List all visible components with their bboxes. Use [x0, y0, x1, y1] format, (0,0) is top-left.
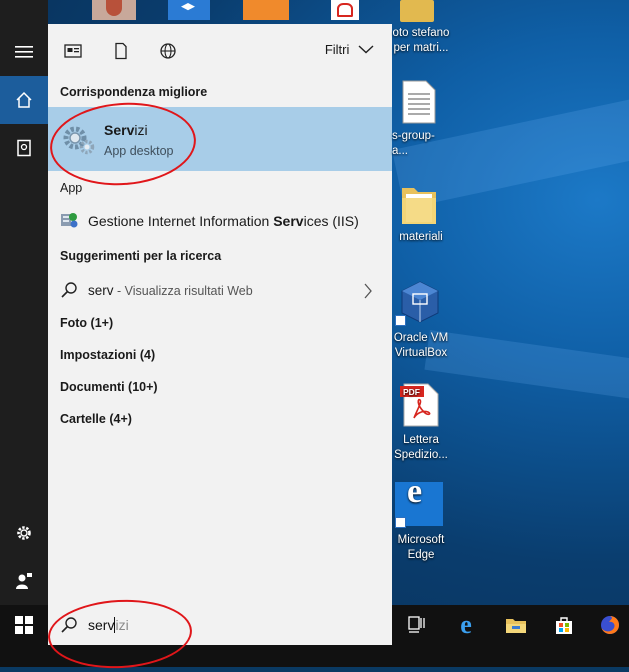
app-result-label: Gestione Internet Information Services (…: [88, 213, 359, 229]
text-document-icon: [402, 80, 436, 124]
desktop-icon-virtualbox[interactable]: Oracle VM VirtualBox: [392, 278, 450, 362]
app-label-post: ices (IIS): [303, 213, 359, 229]
app-heading: App: [60, 181, 83, 195]
desktop-icon-partial[interactable]: [92, 0, 136, 20]
desktop-icon-label: oto stefano: [392, 27, 450, 39]
match-highlight: Serv: [273, 213, 304, 229]
category-documenti[interactable]: Documenti (10+): [60, 380, 158, 394]
desktop-icon-materiali[interactable]: materiali: [392, 180, 450, 246]
file-explorer-icon: [506, 619, 526, 633]
chevron-right-icon: [364, 283, 372, 299]
suggestions-heading: Suggerimenti per la ricerca: [60, 249, 222, 263]
desktop-icon-document[interactable]: s-group-a...: [392, 76, 450, 157]
taskbar-explorer-button[interactable]: [492, 605, 540, 645]
suggestion-hint: - Visualizza risultati Web: [113, 284, 253, 298]
best-match-heading: Corrispondenza migliore: [60, 85, 208, 99]
search-icon: [61, 282, 77, 298]
settings-button[interactable]: [0, 509, 48, 557]
pdf-document-icon: PDF: [400, 383, 439, 427]
category-foto[interactable]: Foto (1+): [60, 316, 113, 330]
feedback-button[interactable]: [0, 557, 48, 605]
desktop-icon-partial[interactable]: [168, 0, 210, 20]
svg-text:PDF: PDF: [403, 387, 420, 397]
desktop-icon-partial[interactable]: [325, 0, 365, 20]
category-cartelle[interactable]: Cartelle (4+): [60, 412, 132, 426]
desktop-icon-label: Oracle VM: [393, 332, 449, 344]
iis-manager-icon: [61, 213, 78, 228]
desktop-icon-label: per matri...: [393, 42, 449, 54]
edge-e-icon: e: [407, 473, 423, 510]
category-impostazioni[interactable]: Impostazioni (4): [60, 348, 155, 362]
documents-icon[interactable]: [112, 42, 130, 60]
task-view-icon: [408, 616, 425, 633]
desktop-icon-photo[interactable]: oto stefano per matri...: [392, 0, 450, 60]
filters-label: Filtri: [324, 42, 350, 57]
all-results-icon[interactable]: [64, 42, 82, 60]
chevron-down-icon: [358, 45, 374, 54]
menu-hamburger-button[interactable]: [0, 28, 48, 76]
desktop-icon-label: Edge: [407, 549, 435, 561]
desktop-icon-label: materiali: [399, 231, 443, 243]
notebook-icon: [17, 139, 31, 157]
virtualbox-icon: [401, 281, 439, 323]
desktop-icon-label: Microsoft: [397, 534, 445, 546]
store-bag-icon: [556, 617, 572, 634]
filters-dropdown[interactable]: Filtri: [325, 42, 374, 57]
start-left-rail: [0, 0, 48, 605]
windows-logo-icon: [15, 616, 33, 634]
person-feedback-icon: [16, 573, 32, 589]
gear-icon: [17, 526, 31, 540]
desktop-icon-label: s-group-a...: [392, 130, 435, 157]
firefox-icon: [600, 616, 619, 634]
desktop-icon-label: VirtualBox: [394, 347, 448, 359]
task-view-button[interactable]: [392, 605, 440, 645]
app-result-iis[interactable]: Gestione Internet Information Services (…: [48, 208, 392, 236]
desktop-icon-edge[interactable]: e Microsoft Edge: [392, 473, 450, 566]
desktop-icon-partial[interactable]: [243, 0, 289, 20]
folder-icon: [402, 188, 436, 224]
web-globe-icon[interactable]: [159, 42, 177, 60]
taskbar-store-button[interactable]: [540, 605, 588, 645]
home-icon: [16, 91, 32, 108]
notebook-button[interactable]: [0, 124, 48, 172]
desktop-icon-label: Spedizio...: [394, 449, 448, 461]
web-suggestion-row[interactable]: serv - Visualizza risultati Web: [48, 276, 392, 304]
desktop-icon-label: Lettera: [403, 434, 439, 446]
suggestion-text: serv - Visualizza risultati Web: [88, 283, 253, 298]
shortcut-arrow-icon: [395, 517, 406, 528]
taskbar-edge-button[interactable]: e: [442, 605, 490, 645]
taskbar-firefox-button[interactable]: [590, 605, 629, 645]
suggestion-query: serv: [88, 283, 114, 298]
shortcut-arrow-icon: [395, 315, 406, 326]
app-label-pre: Gestione Internet Information: [88, 213, 274, 229]
edge-icon: e: [460, 610, 472, 639]
hamburger-icon: [15, 46, 33, 58]
desktop-icon-lettera-pdf[interactable]: PDF Lettera Spedizio...: [392, 380, 450, 466]
wallpaper-light-beam: [424, 330, 629, 404]
start-button[interactable]: [0, 605, 48, 645]
home-button[interactable]: [0, 76, 48, 124]
search-filter-toolbar: Filtri: [48, 24, 392, 76]
